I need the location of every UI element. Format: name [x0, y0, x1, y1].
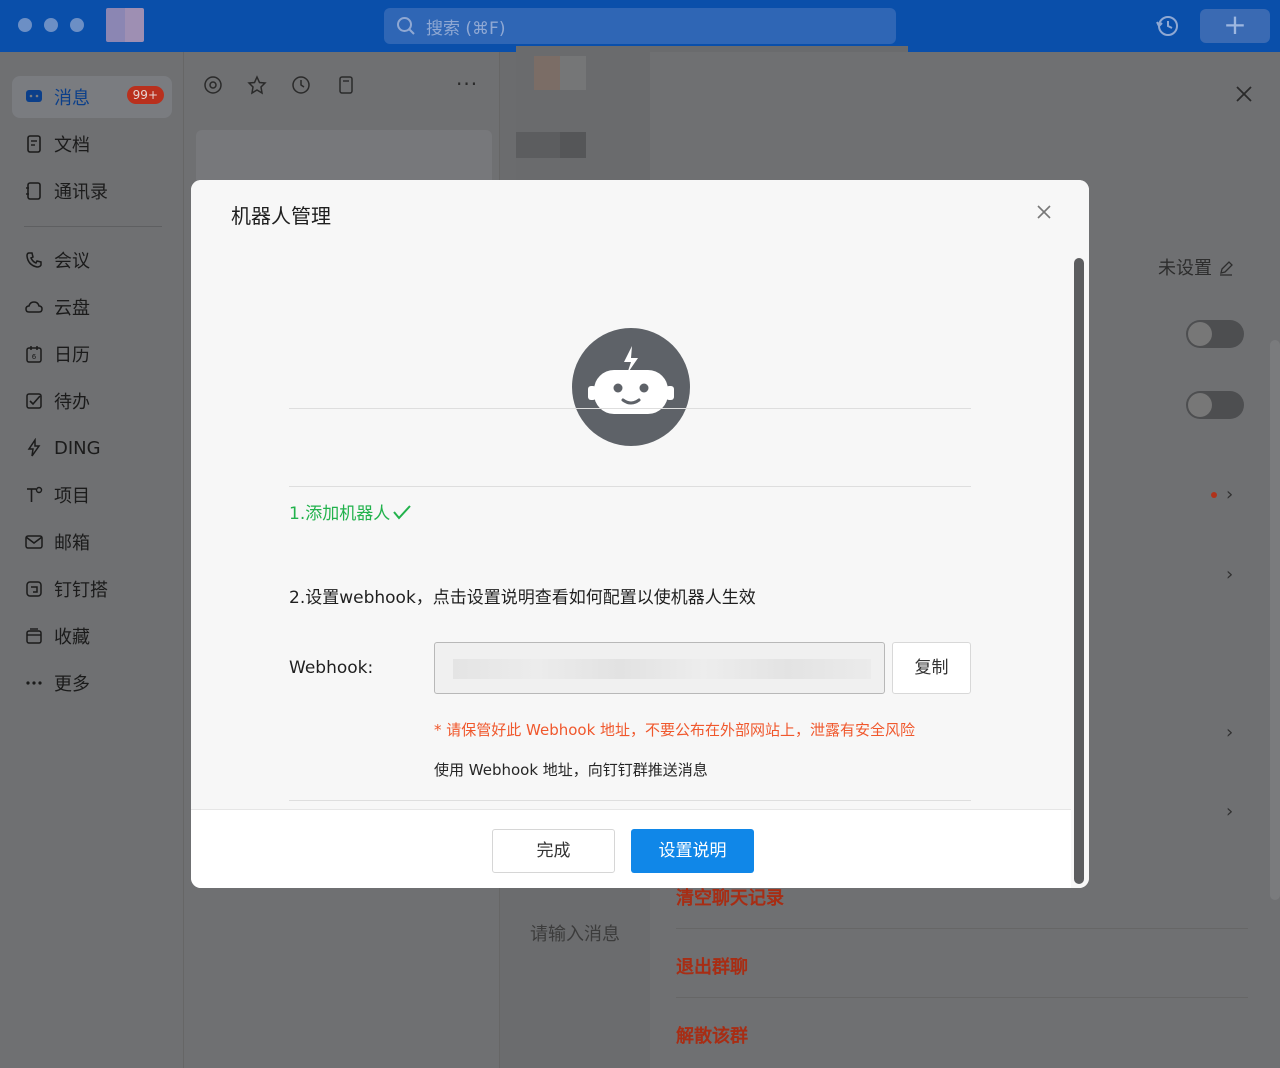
webhook-label: Webhook: — [289, 658, 374, 678]
nav-divider — [24, 226, 162, 227]
recent-icon[interactable] — [290, 74, 312, 96]
favorites-icon — [24, 626, 44, 646]
nav-item-meeting[interactable]: 会议 — [12, 239, 172, 281]
dialog-title: 机器人管理 — [231, 204, 331, 228]
more-dots-icon — [24, 673, 44, 693]
mail-icon — [24, 532, 44, 552]
dialog-body: 1.添加机器人 2.设置webhook，点击设置说明查看如何配置以使机器人生效 … — [191, 244, 1071, 809]
nav-label: 收藏 — [54, 627, 90, 648]
star-icon[interactable] — [246, 74, 268, 96]
copy-button[interactable]: 复制 — [892, 642, 971, 694]
nav-label: 文档 — [54, 135, 90, 156]
nav-label: 待办 — [54, 392, 90, 413]
nav-label: 消息 — [54, 88, 90, 109]
message-input-placeholder[interactable]: 请输入消息 — [530, 920, 620, 946]
nav-label: 日历 — [54, 345, 90, 366]
close-icon[interactable] — [1034, 202, 1054, 222]
calendar-icon: 6 — [24, 344, 44, 364]
user-avatar[interactable] — [106, 8, 144, 42]
divider — [676, 928, 1248, 929]
nav-item-mail[interactable]: 邮箱 — [12, 521, 172, 563]
blurred-webhook-url — [453, 659, 871, 679]
unset-value[interactable]: 未设置 — [1158, 254, 1234, 280]
nav-item-docs[interactable]: 文档 — [12, 123, 172, 165]
dialog-scrollbar[interactable] — [1074, 258, 1084, 884]
panel-scrollbar[interactable] — [1270, 340, 1280, 900]
nav-item-project[interactable]: 项目 — [12, 474, 172, 516]
dialog-footer: 完成 设置说明 — [191, 809, 1071, 888]
nav-label: 邮箱 — [54, 533, 90, 554]
chat-bubble-icon — [24, 87, 44, 107]
todo-check-icon — [24, 391, 44, 411]
divider — [289, 408, 971, 409]
nav-item-contacts[interactable]: 通讯录 — [12, 170, 172, 212]
setup-guide-button[interactable]: 设置说明 — [631, 829, 754, 873]
nav-item-todo[interactable]: 待办 — [12, 380, 172, 422]
divider — [676, 997, 1248, 998]
nav-item-cloud[interactable]: 云盘 — [12, 286, 172, 328]
webhook-url-field[interactable] — [434, 642, 885, 694]
nav-label: 会议 — [54, 251, 90, 272]
leave-group-button[interactable]: 退出群聊 — [676, 953, 748, 979]
nav-label: 更多 — [54, 674, 90, 695]
nav-item-calendar[interactable]: 6 日历 — [12, 333, 172, 375]
notification-dot — [1211, 492, 1217, 498]
phone-icon — [24, 250, 44, 270]
chevron-right-icon[interactable]: › — [1226, 722, 1233, 743]
toggle-switch[interactable] — [1186, 320, 1244, 348]
nav-label: 通讯录 — [54, 182, 108, 203]
builder-icon — [24, 579, 44, 599]
checkmark-icon — [393, 504, 411, 520]
close-icon[interactable] — [1234, 84, 1254, 104]
chevron-right-icon[interactable]: › — [1226, 564, 1233, 585]
project-icon — [24, 485, 44, 505]
chevron-right-icon[interactable]: › — [1226, 484, 1233, 505]
left-navigation: 消息 99+ 文档 通讯录 会议 云盘 6 日历 待办 DING 项目 邮箱 钉… — [0, 52, 184, 1068]
nav-label: 云盘 — [54, 298, 90, 319]
unread-badge: 99+ — [126, 86, 164, 104]
divider — [289, 800, 971, 801]
dissolve-group-button[interactable]: 解散该群 — [676, 1022, 748, 1048]
more-menu-button[interactable]: ··· — [456, 72, 478, 96]
cloud-icon — [24, 297, 44, 317]
divider — [289, 486, 971, 487]
window-close-dot[interactable] — [18, 18, 32, 32]
window-zoom-dot[interactable] — [70, 18, 84, 32]
nav-item-more[interactable]: 更多 — [12, 662, 172, 704]
toggle-switch[interactable] — [1186, 391, 1244, 419]
nav-item-favorites[interactable]: 收藏 — [12, 615, 172, 657]
webhook-usage-hint: 使用 Webhook 地址，向钉钉群推送消息 — [434, 761, 708, 779]
nav-label: 项目 — [54, 486, 90, 507]
svg-text:6: 6 — [32, 353, 37, 361]
edit-pencil-icon — [1219, 261, 1233, 276]
search-input[interactable]: 搜索 (⌘F) — [384, 8, 896, 44]
nav-item-ding[interactable]: DING — [12, 427, 172, 469]
search-placeholder: 搜索 (⌘F) — [426, 18, 506, 39]
step-add-robot: 1.添加机器人 — [289, 499, 412, 524]
search-icon — [397, 17, 415, 35]
title-bar: 搜索 (⌘F) + — [0, 0, 1280, 52]
history-icon[interactable] — [1154, 12, 1182, 40]
nav-label: 钉钉搭 — [54, 580, 108, 601]
unset-label: 未设置 — [1158, 258, 1212, 279]
bookmark-icon[interactable] — [335, 74, 357, 96]
done-button[interactable]: 完成 — [492, 829, 615, 873]
contacts-icon — [24, 181, 44, 201]
security-warning: * 请保管好此 Webhook 地址，不要公布在外部网站上，泄露有安全风险 — [434, 721, 916, 739]
dialog-header: 机器人管理 — [191, 180, 1089, 244]
nav-item-builder[interactable]: 钉钉搭 — [12, 568, 172, 610]
nav-item-messages[interactable]: 消息 99+ — [12, 76, 172, 118]
nav-label: DING — [54, 437, 101, 459]
robot-management-dialog: 机器人管理 1.添加机器人 2.设置webhook，点击设置说明查看如何配置以使… — [191, 180, 1089, 888]
add-button[interactable]: + — [1200, 9, 1270, 43]
mention-icon[interactable] — [202, 74, 224, 96]
step-label: 1.添加机器人 — [289, 504, 391, 524]
robot-avatar-icon — [572, 328, 690, 446]
window-minimize-dot[interactable] — [44, 18, 58, 32]
step-set-webhook: 2.设置webhook，点击设置说明查看如何配置以使机器人生效 — [289, 588, 756, 608]
lightning-icon — [24, 438, 44, 458]
document-icon — [24, 134, 44, 154]
chevron-right-icon[interactable]: › — [1226, 801, 1233, 822]
